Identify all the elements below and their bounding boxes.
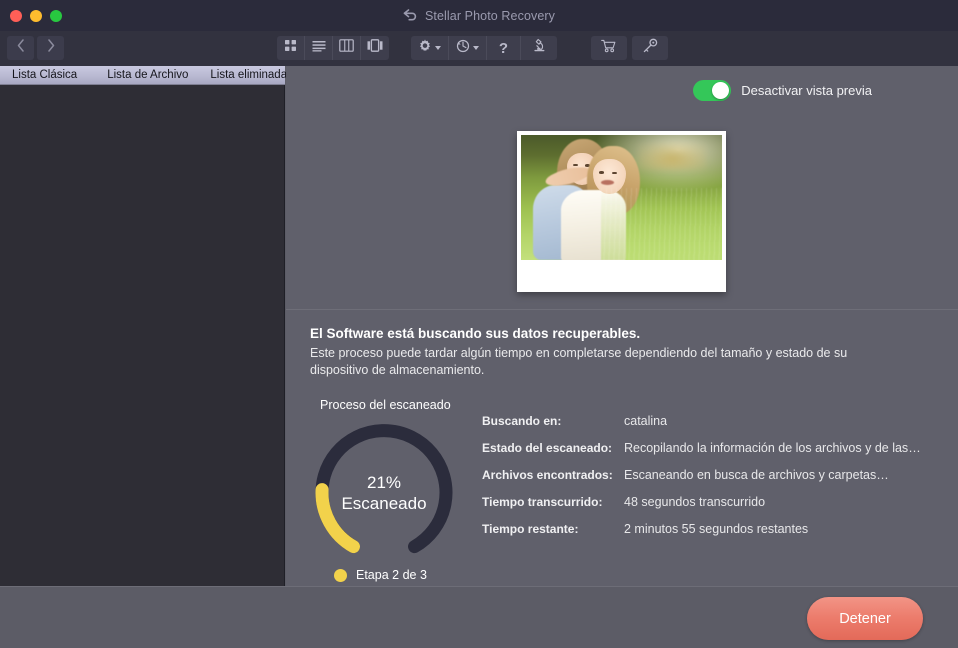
activate-button[interactable]	[632, 36, 668, 60]
scan-process-label: Proceso del escaneado	[320, 398, 958, 412]
preview-toggle-row[interactable]: Desactivar vista previa	[693, 80, 872, 101]
progress-percent: 21%	[367, 473, 401, 493]
stage-dot-icon	[334, 569, 347, 582]
preview-area: Desactivar vista previa	[286, 66, 958, 310]
scan-heading: El Software está buscando sus datos recu…	[310, 326, 958, 341]
detail-row: Tiempo transcurrido: 48 segundos transcu…	[482, 495, 924, 509]
photo-eye	[573, 164, 577, 167]
tab-lista-de-archivo[interactable]: Lista de Archivo	[101, 69, 194, 81]
action-group: ?	[411, 36, 557, 60]
app-window: Stellar Photo Recovery	[0, 0, 958, 648]
tab-lista-eliminada[interactable]: Lista eliminada	[204, 69, 293, 81]
window-title: Stellar Photo Recovery	[425, 9, 555, 23]
detail-label: Estado del escaneado:	[482, 441, 624, 455]
progress-ring-label: 21% Escaneado	[304, 413, 464, 573]
purchase-group	[591, 36, 668, 60]
detail-row: Tiempo restante: 2 minutos 55 segundos r…	[482, 522, 924, 536]
file-list-sidebar[interactable]	[0, 85, 285, 586]
photo-eye	[599, 171, 603, 174]
detail-label: Tiempo transcurrido:	[482, 495, 624, 509]
bottom-bar: Detener	[0, 586, 958, 648]
chevron-left-icon	[17, 39, 25, 57]
tab-bar: Lista Clásica Lista de Archivo Lista eli…	[0, 66, 285, 85]
photo-caption-area	[521, 260, 722, 292]
photo-foreground-grass	[601, 188, 722, 261]
navigation-buttons	[7, 36, 64, 60]
deep-scan-button[interactable]	[521, 36, 557, 60]
forward-button[interactable]	[37, 36, 64, 60]
preview-photo-frame	[517, 131, 726, 292]
scan-stage-legend: Etapa 2 de 3	[334, 568, 427, 582]
gallery-view-icon	[367, 39, 383, 57]
scan-details: Buscando en: catalina Estado del escanea…	[482, 414, 924, 549]
detail-value: catalina	[624, 414, 667, 428]
settings-button[interactable]	[411, 36, 449, 60]
preview-photo	[521, 135, 722, 260]
detail-value: Escaneando en busca de archivos y carpet…	[624, 468, 889, 482]
gallery-view-button[interactable]	[361, 36, 389, 60]
detail-label: Buscando en:	[482, 414, 624, 428]
scan-status-section: El Software está buscando sus datos recu…	[286, 310, 958, 585]
photo-hill	[638, 143, 706, 171]
question-mark-icon: ?	[499, 41, 508, 56]
view-mode-group	[277, 36, 389, 60]
back-arrow-icon	[403, 9, 418, 22]
clock-rotate-icon	[456, 39, 470, 58]
cart-button[interactable]	[591, 36, 627, 60]
shopping-cart-icon	[601, 39, 617, 58]
main-content: Desactivar vista previa	[286, 66, 958, 586]
toggle-knob	[712, 82, 729, 99]
photo-smile	[601, 180, 614, 185]
list-view-icon	[312, 39, 326, 57]
toolbar: ?	[0, 31, 958, 66]
column-view-icon	[339, 39, 354, 57]
title-bar: Stellar Photo Recovery	[0, 0, 958, 31]
microscope-icon	[532, 38, 547, 58]
tab-lista-clasica[interactable]: Lista Clásica	[6, 69, 83, 81]
scan-description: Este proceso puede tardar algún tiempo e…	[310, 345, 885, 379]
help-button[interactable]: ?	[487, 36, 521, 60]
chevron-right-icon	[47, 39, 55, 57]
grid-view-icon	[284, 39, 297, 57]
detail-label: Archivos encontrados:	[482, 468, 624, 482]
detail-row: Buscando en: catalina	[482, 414, 924, 428]
detail-label: Tiempo restante:	[482, 522, 624, 536]
icon-view-button[interactable]	[277, 36, 305, 60]
history-button[interactable]	[449, 36, 487, 60]
scan-progress-ring: 21% Escaneado Etapa 2 de 3	[304, 413, 474, 583]
preview-toggle-switch[interactable]	[693, 80, 731, 101]
stop-button[interactable]: Detener	[807, 597, 923, 640]
back-button[interactable]	[7, 36, 34, 60]
detail-row: Estado del escaneado: Recopilando la inf…	[482, 441, 924, 455]
preview-toggle-label: Desactivar vista previa	[741, 83, 872, 98]
window-title-group: Stellar Photo Recovery	[0, 0, 958, 31]
stage-label: Etapa 2 de 3	[356, 568, 427, 582]
gear-icon	[418, 39, 432, 58]
list-view-button[interactable]	[305, 36, 333, 60]
progress-caption: Escaneado	[341, 494, 426, 514]
key-icon	[642, 38, 658, 59]
detail-row: Archivos encontrados: Escaneando en busc…	[482, 468, 924, 482]
detail-value: Recopilando la información de los archiv…	[624, 441, 924, 455]
chevron-down-icon	[435, 46, 441, 50]
chevron-down-icon	[473, 46, 479, 50]
detail-value: 48 segundos transcurrido	[624, 495, 765, 509]
detail-value: 2 minutos 55 segundos restantes	[624, 522, 808, 536]
column-view-button[interactable]	[333, 36, 361, 60]
